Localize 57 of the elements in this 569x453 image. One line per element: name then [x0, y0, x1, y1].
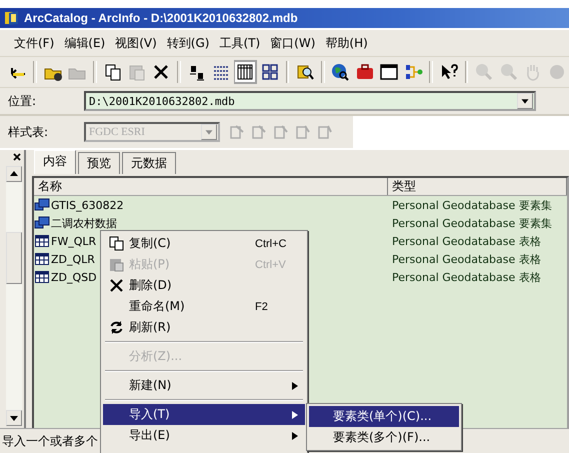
table-icon [34, 269, 50, 285]
window-title: ArcCatalog - ArcInfo - D:\2001K2010632802.mdb [24, 11, 298, 25]
menu-item[interactable]: 新建(N) [103, 375, 305, 396]
paste-icon [108, 256, 124, 273]
item-type: Personal Geodatabase 表格 [391, 234, 542, 248]
item-type: Personal Geodatabase 表格 [391, 252, 542, 266]
menu-item[interactable]: 窗口(W) [268, 32, 318, 54]
menu-item[interactable]: 导出(E) [103, 425, 305, 446]
item-name[interactable]: ZD_QSD [51, 270, 97, 284]
close-icon[interactable] [12, 152, 22, 162]
scrollbar[interactable] [6, 166, 22, 426]
menu-item[interactable]: 转到(G) [164, 32, 212, 54]
table-icon [34, 251, 50, 267]
copy-icon[interactable] [102, 62, 123, 82]
menu-item[interactable]: 复制(C) Ctrl+C [103, 233, 305, 254]
item-name[interactable]: 二调农村数据 [51, 216, 117, 230]
menu-item[interactable]: 导入(T) [103, 404, 305, 425]
status-text: 导入一个或者多个 [2, 432, 98, 450]
menu-item[interactable]: 刷新(R) [103, 317, 305, 338]
item-name[interactable]: ZD_QLR [51, 252, 95, 266]
menu-item[interactable]: 编辑(E) [62, 32, 108, 54]
location-field[interactable]: D:\2001K2010632802.mdb [84, 91, 536, 111]
tab[interactable]: 元数据 [122, 152, 176, 174]
menu-item[interactable]: 重命名(M) F2 [103, 296, 305, 317]
item-type: Personal Geodatabase 要素集 [391, 216, 553, 230]
scroll-down-icon[interactable] [6, 410, 22, 426]
scroll-up-icon[interactable] [6, 166, 22, 182]
menu-item[interactable]: 文件(F) [12, 32, 56, 54]
app-icon [4, 10, 20, 26]
dataset-icon [34, 197, 50, 213]
menu-item[interactable]: 删除(D) [103, 275, 305, 296]
model-icon[interactable] [404, 62, 424, 82]
menu-item[interactable]: 工具(T) [217, 32, 262, 54]
column-header[interactable]: 类型 [388, 178, 567, 195]
scroll-thumb[interactable] [6, 232, 22, 284]
menu-item[interactable]: 帮助(H) [323, 32, 370, 54]
menu-item[interactable]: 要素类(多个)(F)... [309, 427, 459, 448]
toolbox-icon[interactable] [354, 62, 375, 82]
location-label: 位置: [8, 92, 38, 110]
stylesheet-label: 样式表: [8, 124, 50, 140]
item-type: Personal Geodatabase 表格 [391, 270, 542, 284]
tab[interactable]: 内容 [34, 150, 76, 174]
table-icon [34, 233, 50, 249]
menu-item[interactable]: 视图(V) [113, 32, 159, 54]
details-icon[interactable] [235, 62, 256, 82]
item-name[interactable]: GTIS_630822 [51, 198, 124, 212]
copy-icon [108, 235, 124, 252]
item-type: Personal Geodatabase 要素集 [391, 198, 553, 212]
dataset-icon [34, 215, 50, 231]
item-name[interactable]: FW_QLR [51, 234, 96, 248]
delete-icon [108, 277, 124, 294]
window-icon[interactable] [379, 62, 400, 82]
dropdown-icon[interactable] [517, 93, 533, 109]
tab[interactable]: 预览 [78, 152, 120, 174]
column-header[interactable]: 名称 [34, 178, 388, 195]
menu-item[interactable]: 要素类(单个)(C)... [309, 406, 459, 427]
thumbnails-icon[interactable] [260, 62, 280, 82]
